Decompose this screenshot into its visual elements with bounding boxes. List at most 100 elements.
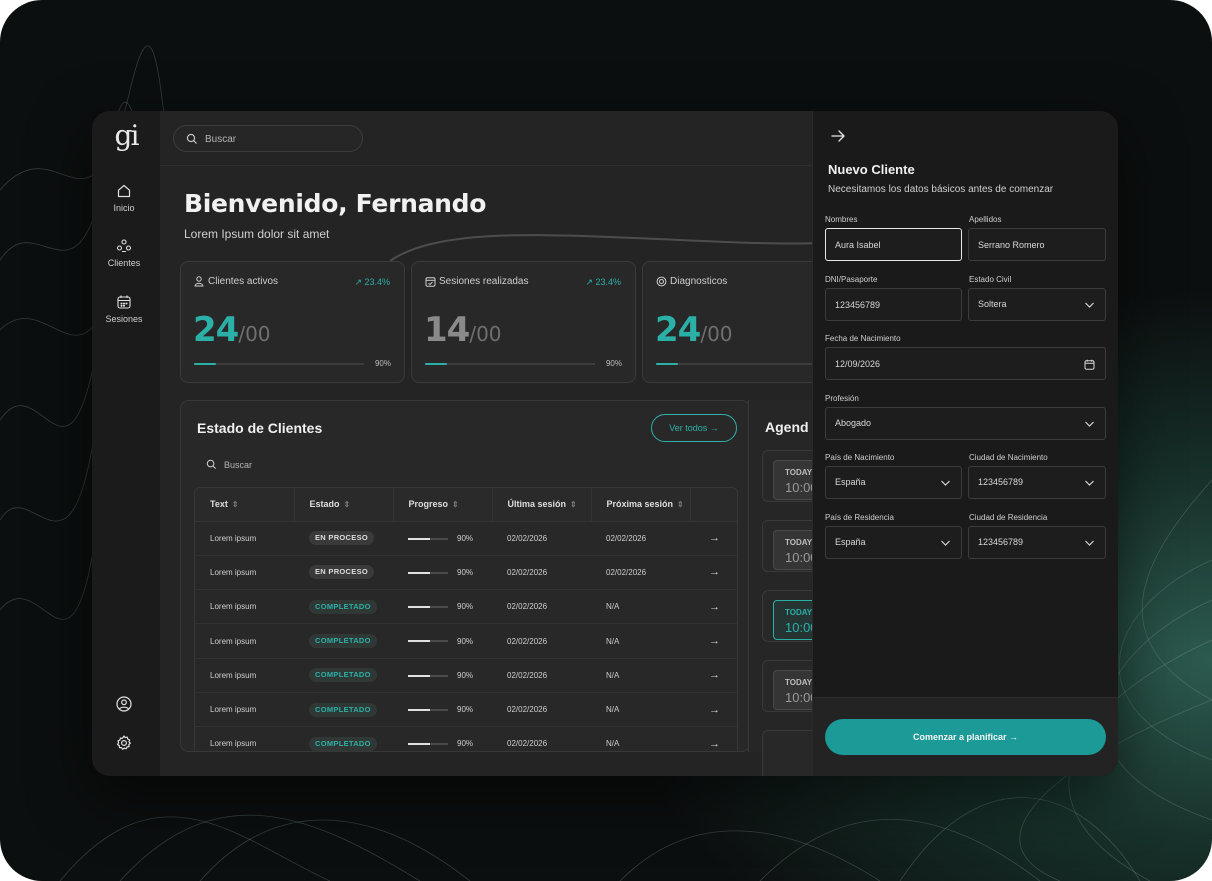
calendar-icon[interactable] [1084, 359, 1095, 370]
user-circle-icon[interactable] [114, 694, 134, 714]
clients-table: Text ⇕ Estado ⇕ Progreso ⇕ Última sesión ⇕ P… [194, 487, 738, 751]
arrow-right-icon[interactable]: → [690, 623, 737, 659]
sidebar-item-label: Inicio [113, 203, 135, 213]
nombres-input[interactable] [835, 238, 943, 252]
view-all-button[interactable]: Ver todos → [651, 414, 737, 442]
column-header-label: Próxima sesión [606, 499, 674, 510]
dni-field[interactable] [825, 288, 962, 321]
table-row[interactable]: Lorem ipsum EN PROCESO 90% 02/02/2026 02/02/… [195, 555, 737, 591]
field-label: Ciudad de Residencia [969, 513, 1048, 522]
column-header-label: Text [210, 499, 228, 510]
clients-search[interactable] [206, 458, 406, 474]
profesion-select[interactable]: Abogado [825, 407, 1106, 440]
agenda-day: TODAY [785, 678, 813, 687]
last-session: 02/02/2026 [492, 555, 591, 591]
arrow-right-icon[interactable]: → [690, 726, 737, 751]
next-session: 02/02/2026 [591, 555, 690, 591]
table-header-row: Text ⇕ Estado ⇕ Progreso ⇕ Última sesión ⇕ P… [195, 488, 737, 522]
ciudad-nacimiento-select[interactable]: 123456789 [968, 466, 1106, 499]
status-cell: COMPLETADO [294, 589, 393, 625]
stat-number: 14 [424, 310, 470, 350]
nombres-field[interactable] [825, 228, 962, 261]
sidebar-item-label: Clientes [107, 258, 141, 268]
pais-residencia-select[interactable]: España [825, 526, 962, 559]
chevron-down-icon [941, 540, 950, 546]
progress-bar [408, 709, 448, 712]
sort-icon: ⇕ [343, 500, 351, 510]
page-subtitle: Lorem Ipsum dolor sit amet [184, 227, 330, 241]
pais-nacimiento-select[interactable]: España [825, 466, 962, 499]
column-header[interactable]: Estado ⇕ [294, 488, 394, 522]
stat-card-sesiones[interactable]: Sesiones realizadas ↗ 23.4% 14/00 90% [411, 261, 636, 383]
table-row[interactable]: Lorem ipsum COMPLETADO 90% 02/02/2026 N/A → [195, 692, 737, 728]
drawer-title: Nuevo Cliente [828, 162, 915, 177]
chevron-down-icon [941, 480, 950, 486]
arrow-right-icon[interactable]: → [690, 658, 737, 693]
stat-card-clientes[interactable]: Clientes activos ↗ 23.4% 24/00 90% [180, 261, 405, 383]
status-badge: COMPLETADO [309, 634, 377, 649]
status-cell: COMPLETADO [294, 726, 393, 751]
arrow-right-icon[interactable]: → [690, 589, 737, 625]
birthdate-input[interactable] [835, 357, 1059, 371]
progress-fill [408, 606, 430, 609]
sidebar-item-clientes[interactable]: Clientes [92, 238, 156, 268]
client-name: Lorem ipsum [195, 623, 294, 659]
column-header-empty [690, 488, 737, 522]
stat-label: Clientes activos [208, 276, 279, 287]
new-client-drawer: Nuevo Cliente Necesitamos los datos bási… [812, 111, 1118, 776]
stat-percent: 90% [374, 359, 391, 368]
table-row[interactable]: Lorem ipsum COMPLETADO 90% 02/02/2026 N/A → [195, 726, 737, 751]
search-input[interactable] [205, 131, 355, 147]
top-bar [160, 111, 812, 166]
start-planning-button[interactable]: Comenzar a planificar → [825, 719, 1106, 755]
logo[interactable]: gi [110, 119, 142, 153]
arrow-right-icon[interactable]: → [690, 692, 737, 728]
arrow-right-icon[interactable]: → [690, 521, 737, 556]
status-badge: EN PROCESO [309, 531, 375, 546]
search-icon [186, 133, 197, 144]
field-label: País de Residencia [825, 513, 894, 522]
field-label: País de Nacimiento [825, 453, 895, 462]
field-label: DNI/Pasaporte [825, 275, 878, 284]
dni-input[interactable] [835, 298, 943, 312]
column-header[interactable]: Última sesión ⇕ [492, 488, 592, 522]
progress-cell: 90% [393, 555, 492, 591]
next-session: 02/02/2026 [591, 521, 690, 556]
background-frame: gi Inicio Clientes Sesiones Buscar Bienv… [0, 0, 1212, 881]
select-value: 123456789 [978, 537, 1024, 547]
chevron-down-icon [1085, 480, 1094, 486]
column-header[interactable]: Text ⇕ [195, 488, 295, 522]
last-session: 02/02/2026 [492, 521, 591, 556]
table-row[interactable]: Lorem ipsum COMPLETADO 90% 02/02/2026 N/A → [195, 623, 737, 659]
decorative-curve [390, 234, 820, 262]
apellidos-field[interactable] [968, 228, 1106, 261]
estado-civil-select[interactable]: Soltera [968, 288, 1106, 321]
progress-cell: 90% [393, 692, 492, 728]
gear-icon[interactable] [114, 733, 134, 753]
sidebar-item-sesiones[interactable]: Sesiones [92, 294, 156, 324]
column-header[interactable]: Próxima sesión ⇕ [591, 488, 691, 522]
arrow-right-icon[interactable]: → [690, 555, 737, 591]
apellidos-input[interactable] [978, 238, 1087, 252]
arrow-right-icon[interactable] [831, 129, 846, 143]
next-session: N/A [591, 589, 690, 625]
table-row[interactable]: Lorem ipsum COMPLETADO 90% 02/02/2026 N/A → [195, 658, 737, 693]
status-cell: COMPLETADO [294, 623, 393, 659]
chevron-down-icon [1085, 421, 1094, 427]
client-name: Lorem ipsum [195, 726, 294, 751]
field-label: Ciudad de Nacimiento [969, 453, 1048, 462]
table-row[interactable]: Lorem ipsum COMPLETADO 90% 02/02/2026 N/A → [195, 589, 737, 625]
last-session: 02/02/2026 [492, 589, 591, 625]
sidebar-item-inicio[interactable]: Inicio [92, 183, 156, 213]
global-search[interactable] [173, 125, 363, 152]
ciudad-residencia-select[interactable]: 123456789 [968, 526, 1106, 559]
progress-cell: 90% [393, 623, 492, 659]
calendar-check-icon [425, 277, 436, 287]
progress-label: 90% [457, 739, 474, 749]
column-header[interactable]: Progreso ⇕ [393, 488, 493, 522]
stat-progress-fill [194, 363, 217, 365]
table-row[interactable]: Lorem ipsum EN PROCESO 90% 02/02/2026 02/02/… [195, 521, 737, 556]
status-cell: EN PROCESO [294, 555, 393, 591]
birthdate-field[interactable] [825, 347, 1106, 380]
search-input[interactable] [224, 458, 394, 472]
